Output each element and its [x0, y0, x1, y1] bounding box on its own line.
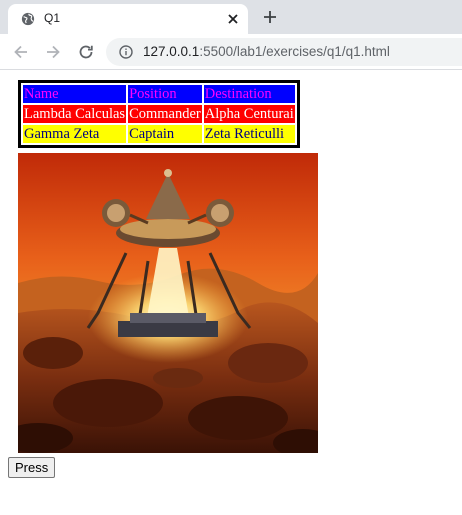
browser-toolbar: 127.0.0.1:5500/lab1/exercises/q1/q1.html: [0, 34, 462, 70]
info-icon[interactable]: [119, 45, 133, 59]
table-cell: Lambda Calculas: [23, 105, 127, 123]
address-bar[interactable]: 127.0.0.1:5500/lab1/exercises/q1/q1.html: [106, 38, 462, 66]
table-row: Gamma Zeta Captain Zeta Reticulli: [23, 125, 295, 143]
lander-image: [18, 153, 318, 453]
globe-icon: [21, 12, 35, 26]
table-cell: Captain: [128, 125, 202, 143]
arrow-right-icon[interactable]: [44, 43, 62, 61]
header-cell: Position: [128, 85, 202, 103]
reload-icon[interactable]: [77, 43, 95, 61]
url-host: 127.0.0.1: [143, 44, 200, 59]
url-text: 127.0.0.1:5500/lab1/exercises/q1/q1.html: [143, 44, 390, 59]
tab-strip: Q1: [0, 0, 462, 34]
header-cell: Name: [23, 85, 127, 103]
table-header-row: Name Position Destination: [23, 85, 295, 103]
table-row: Lambda Calculas Commander Alpha Centurai: [23, 105, 295, 123]
tab-title: Q1: [44, 11, 61, 25]
table-cell: Zeta Reticulli: [203, 125, 295, 143]
arrow-left-icon[interactable]: [12, 43, 30, 61]
crew-table: Name Position Destination Lambda Calcula…: [18, 80, 300, 148]
close-icon[interactable]: [226, 12, 240, 26]
url-path: :5500/lab1/exercises/q1/q1.html: [199, 44, 390, 59]
header-cell: Destination: [203, 85, 295, 103]
press-button[interactable]: Press: [8, 457, 56, 478]
plus-icon[interactable]: [262, 9, 278, 25]
table-cell: Gamma Zeta: [23, 125, 127, 143]
browser-tab[interactable]: Q1: [8, 4, 248, 34]
table-cell: Alpha Centurai: [203, 105, 295, 123]
page-content: Name Position Destination Lambda Calcula…: [0, 71, 462, 515]
table-cell: Commander: [128, 105, 202, 123]
